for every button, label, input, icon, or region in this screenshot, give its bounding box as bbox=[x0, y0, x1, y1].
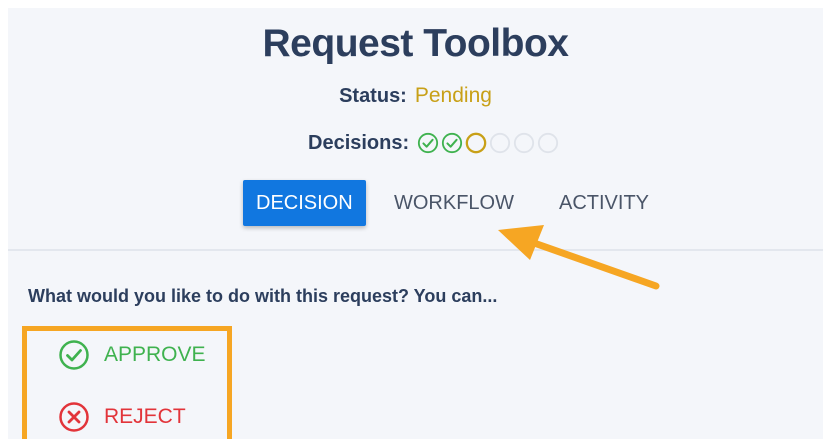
decision-prompt: What would you like to do with this requ… bbox=[28, 286, 498, 306]
decisions-row: Decisions: bbox=[308, 129, 561, 157]
check-circle-icon bbox=[59, 340, 89, 370]
decision-progress bbox=[417, 132, 561, 154]
status-row: Status: Pending bbox=[8, 84, 823, 108]
tab-workflow[interactable]: WORKFLOW bbox=[381, 180, 527, 226]
tab-bar: DECISION WORKFLOW ACTIVITY bbox=[8, 180, 823, 228]
decision-pending-icon bbox=[465, 132, 487, 154]
decision-empty-icon bbox=[538, 132, 559, 154]
divider bbox=[8, 249, 823, 251]
decision-approved-icon bbox=[418, 132, 439, 154]
request-toolbox-panel: Request Toolbox Status: Pending Decisions… bbox=[8, 8, 823, 439]
approve-label: APPROVE bbox=[104, 343, 206, 366]
reject-button[interactable]: REJECT bbox=[58, 401, 186, 433]
tab-activity[interactable]: ACTIVITY bbox=[546, 180, 662, 226]
approve-button[interactable]: APPROVE bbox=[58, 339, 206, 371]
x-circle-icon bbox=[59, 402, 89, 432]
decision-approved-icon bbox=[442, 132, 463, 154]
status-label: Status: bbox=[339, 85, 407, 107]
status-value: Pending bbox=[414, 84, 492, 107]
reject-label: REJECT bbox=[104, 405, 186, 428]
decision-empty-icon bbox=[490, 132, 511, 154]
decisions-label: Decisions: bbox=[308, 131, 410, 154]
decision-empty-icon bbox=[514, 132, 535, 154]
tab-decision[interactable]: DECISION bbox=[243, 180, 366, 226]
page-title: Request Toolbox bbox=[262, 22, 569, 65]
